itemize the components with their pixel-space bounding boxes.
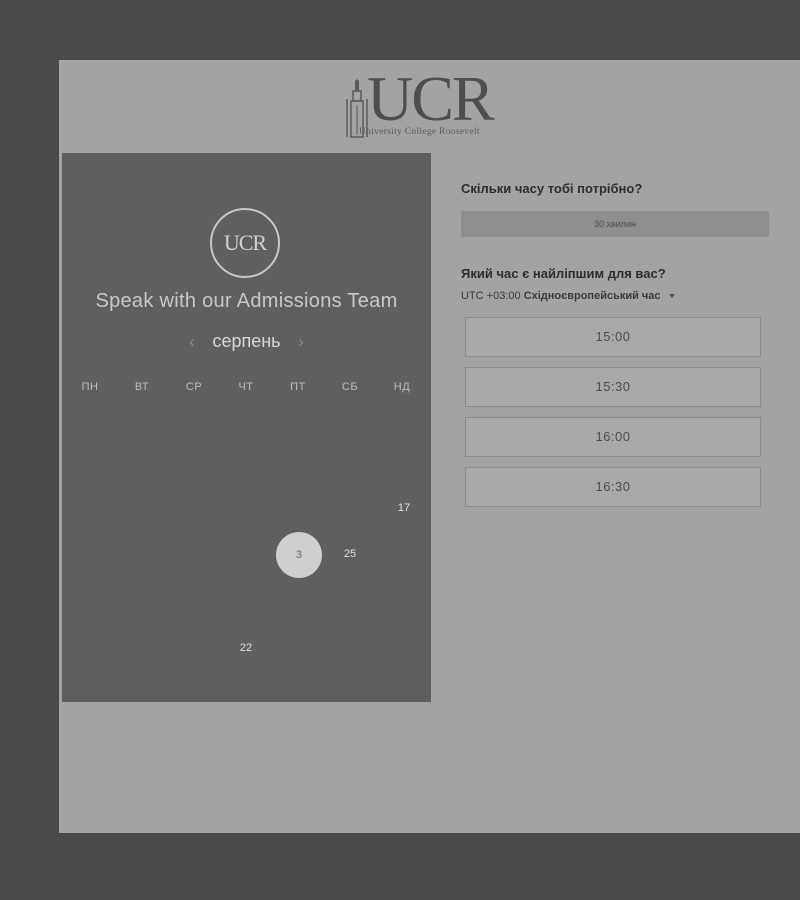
- calendar-day[interactable]: 22: [226, 628, 266, 668]
- logo-wordmark: UCR: [367, 63, 495, 134]
- timezone-select[interactable]: UTC +03:00 Східноєвропейський час: [461, 290, 675, 302]
- time-slot-button[interactable]: 16:00: [465, 417, 761, 457]
- header: UCR University College Roosevelt: [59, 60, 800, 153]
- chevron-right-icon[interactable]: ›: [291, 332, 311, 352]
- weekday-mon: ПН: [81, 381, 99, 393]
- timezone-offset: UTC +03:00: [461, 290, 521, 302]
- time-slot-button[interactable]: 15:30: [465, 367, 761, 407]
- calendar-panel: UCR Speak with our Admissions Team ‹ сер…: [62, 153, 431, 702]
- booking-page: UCR University College Roosevelt UCR Spe…: [59, 60, 800, 833]
- chevron-left-icon[interactable]: ‹: [182, 332, 202, 352]
- weekday-sat: СБ: [341, 381, 359, 393]
- calendar-day-selected[interactable]: 3: [276, 532, 322, 578]
- timezone-name: Східноєвропейський час: [523, 290, 661, 302]
- university-logo: UCR University College Roosevelt: [345, 67, 519, 141]
- chevron-down-icon: [668, 294, 675, 299]
- time-slot-button[interactable]: 16:30: [465, 467, 761, 507]
- month-label: серпень: [212, 331, 281, 351]
- weekday-sun: НД: [393, 381, 411, 393]
- ucr-badge: UCR: [210, 208, 280, 278]
- time-slot-button[interactable]: 15:00: [465, 317, 761, 357]
- calendar-day[interactable]: 25: [330, 534, 370, 574]
- weekday-thu: ЧТ: [238, 381, 254, 393]
- scheduler-title: Speak with our Admissions Team: [95, 290, 398, 312]
- duration-question: Скільки часу тобі потрібно?: [461, 181, 643, 196]
- weekday-wed: СР: [185, 381, 203, 393]
- weekday-tue: ВТ: [134, 381, 150, 393]
- booking-panel: Скільки часу тобі потрібно? 30 хвилин Як…: [431, 153, 800, 702]
- weekday-fri: ПТ: [290, 381, 306, 393]
- duration-button[interactable]: 30 хвилин: [461, 211, 769, 237]
- calendar-day[interactable]: 17: [384, 488, 424, 528]
- time-question: Який час є найліпшим для вас?: [461, 266, 666, 281]
- logo-subtitle: University College Roosevelt: [359, 127, 480, 137]
- month-navigation: ‹ серпень ›: [62, 331, 431, 352]
- scheduler-card: UCR Speak with our Admissions Team ‹ сер…: [62, 153, 800, 702]
